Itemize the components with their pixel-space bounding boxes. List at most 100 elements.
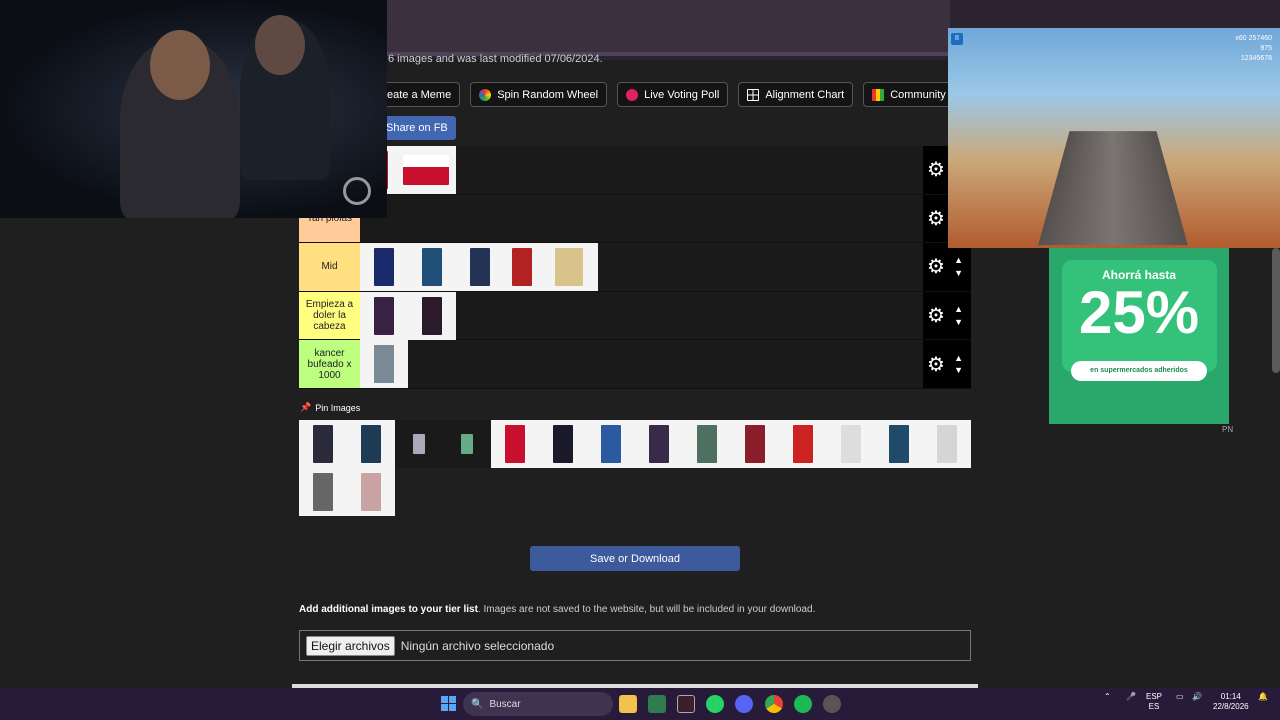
pin-images-toggle[interactable]: 📌 Pin Images bbox=[300, 402, 360, 413]
pool-item[interactable] bbox=[923, 420, 971, 468]
chevron-up-icon[interactable]: ⌃ bbox=[1104, 692, 1111, 702]
tier-row: Empieza a doler la cabeza ⚙ ▲ ▼ bbox=[299, 291, 971, 341]
tier-controls: ⚙ ▲ ▼ bbox=[923, 340, 971, 388]
tier-item[interactable] bbox=[360, 242, 408, 291]
tier-items bbox=[360, 195, 923, 243]
game-coins: 975 bbox=[1260, 44, 1272, 52]
pool-item[interactable] bbox=[539, 420, 587, 468]
scrollbar[interactable] bbox=[1272, 248, 1280, 373]
taskbar bbox=[0, 688, 1280, 720]
choose-files-button[interactable]: Elegir archivos bbox=[306, 635, 395, 656]
tier-item[interactable] bbox=[456, 242, 504, 291]
pool-item[interactable] bbox=[347, 420, 395, 468]
tier-item[interactable] bbox=[396, 145, 456, 194]
pool-item[interactable] bbox=[299, 420, 347, 468]
gear-icon[interactable]: ⚙ bbox=[927, 206, 945, 231]
app-icon[interactable] bbox=[648, 695, 666, 713]
clock[interactable]: 01:14 22/8/2026 bbox=[1213, 692, 1249, 713]
wheel-icon bbox=[479, 88, 492, 101]
pool-item[interactable] bbox=[347, 468, 395, 516]
pool-item[interactable] bbox=[827, 420, 875, 468]
tier-items bbox=[360, 242, 923, 291]
tier-label[interactable]: kancer bufeado x 1000 bbox=[299, 340, 360, 388]
create-meme-button[interactable]: eate a Meme bbox=[378, 82, 461, 107]
microphone-icon[interactable]: 🎤 bbox=[1126, 692, 1136, 702]
chevron-down-icon[interactable]: ▼ bbox=[954, 316, 963, 329]
tier-row: Tan piolas ⚙ bbox=[299, 194, 971, 244]
tier-item[interactable] bbox=[540, 242, 598, 291]
pool-item[interactable] bbox=[491, 420, 539, 468]
pool-item[interactable] bbox=[683, 420, 731, 468]
spin-wheel-button[interactable]: Spin Random Wheel bbox=[470, 82, 608, 107]
notification-icon[interactable]: 🔔 bbox=[1258, 692, 1268, 702]
tier-row: ⚙ bbox=[299, 145, 971, 195]
tierlist-description: 6 images and was last modified 07/06/202… bbox=[388, 53, 603, 65]
ad-footer: en supermercados adheridos bbox=[1071, 361, 1207, 381]
image-pool bbox=[299, 420, 971, 516]
chevron-up-icon[interactable]: ▲ bbox=[954, 303, 963, 316]
tier-items bbox=[360, 291, 923, 340]
rail-track bbox=[1038, 131, 1188, 246]
tier-label[interactable]: Mid bbox=[299, 243, 360, 291]
advertisement[interactable]: Ahorrá hasta 25% en supermercados adheri… bbox=[1049, 248, 1229, 424]
logo-icon bbox=[343, 177, 371, 205]
pool-item[interactable] bbox=[875, 420, 923, 468]
chrome-icon[interactable] bbox=[765, 695, 783, 713]
gameplay-overlay: II x60 257460 975 12345678 bbox=[948, 28, 1280, 248]
tier-item[interactable] bbox=[408, 242, 456, 291]
create-meme-label: eate a Meme bbox=[387, 88, 452, 101]
file-explorer-icon[interactable] bbox=[619, 695, 637, 713]
chevron-down-icon[interactable]: ▼ bbox=[954, 364, 963, 377]
rank-icon bbox=[872, 88, 885, 101]
tier-controls: ⚙ ▲ ▼ bbox=[923, 243, 971, 291]
share-facebook-button[interactable]: Share on FB bbox=[378, 116, 456, 140]
chevron-up-icon[interactable]: ▲ bbox=[954, 254, 963, 267]
tier-label[interactable]: Empieza a doler la cabeza bbox=[299, 291, 360, 340]
chevron-down-icon[interactable]: ▼ bbox=[954, 267, 963, 280]
pool-item[interactable] bbox=[779, 420, 827, 468]
game-score: 257460 bbox=[1248, 35, 1272, 42]
add-images-text: . Images are not saved to the website, b… bbox=[477, 604, 816, 615]
gear-icon[interactable]: ⚙ bbox=[927, 352, 945, 377]
gear-icon[interactable]: ⚙ bbox=[927, 303, 945, 328]
tier-controls: ⚙ ▲ ▼ bbox=[923, 291, 971, 340]
save-download-button[interactable]: Save or Download bbox=[530, 546, 740, 571]
app-icon[interactable] bbox=[823, 695, 841, 713]
pool-item[interactable] bbox=[587, 420, 635, 468]
alignment-chart-button[interactable]: Alignment Chart bbox=[738, 82, 854, 107]
pin-icon: 📌 bbox=[300, 402, 312, 412]
pool-item[interactable] bbox=[731, 420, 779, 468]
tier-item[interactable] bbox=[360, 340, 408, 389]
grid-icon bbox=[747, 88, 760, 101]
discord-icon[interactable] bbox=[735, 695, 753, 713]
move-arrows: ▲ ▼ bbox=[954, 254, 963, 279]
pool-item[interactable] bbox=[395, 420, 443, 468]
language-indicator[interactable]: ESP ES bbox=[1146, 692, 1162, 713]
move-arrows: ▲ ▼ bbox=[954, 352, 963, 377]
taskbar-search[interactable]: 🔍 Buscar bbox=[463, 692, 613, 716]
volume-icon[interactable]: 🔊 bbox=[1192, 692, 1202, 702]
gear-icon[interactable]: ⚙ bbox=[927, 157, 945, 182]
tier-item[interactable] bbox=[408, 291, 456, 340]
pool-item[interactable] bbox=[299, 468, 347, 516]
action-buttons: eate a Meme Spin Random Wheel Live Votin… bbox=[378, 82, 984, 107]
live-poll-button[interactable]: Live Voting Poll bbox=[617, 82, 729, 107]
spin-wheel-label: Spin Random Wheel bbox=[497, 88, 599, 101]
whatsapp-icon[interactable] bbox=[706, 695, 724, 713]
gear-icon[interactable]: ⚙ bbox=[927, 254, 945, 279]
chevron-up-icon[interactable]: ▲ bbox=[954, 352, 963, 365]
tier-item[interactable] bbox=[360, 291, 408, 340]
windows-start-icon[interactable] bbox=[441, 696, 456, 711]
tier-row: kancer bufeado x 1000 ⚙ ▲ ▼ bbox=[299, 340, 971, 389]
spotify-icon[interactable] bbox=[794, 695, 812, 713]
header-strip bbox=[290, 0, 950, 52]
search-placeholder: Buscar bbox=[489, 698, 521, 710]
ad-tag: PN bbox=[1222, 425, 1234, 434]
file-status: Ningún archivo seleccionado bbox=[400, 638, 555, 653]
pool-item[interactable] bbox=[635, 420, 683, 468]
network-icon[interactable]: ▭ bbox=[1176, 692, 1184, 702]
app-icon[interactable] bbox=[677, 695, 695, 713]
poll-icon bbox=[626, 88, 639, 101]
tier-item[interactable] bbox=[504, 242, 540, 291]
pool-item[interactable] bbox=[443, 420, 491, 468]
